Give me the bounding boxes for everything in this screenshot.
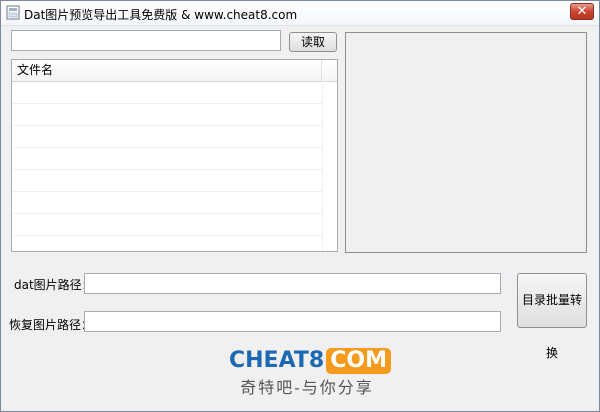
list-row-line: [12, 213, 322, 214]
close-icon: ✕: [576, 4, 588, 19]
window-title: Dat图片预览导出工具免费版 & www.cheat8.com: [24, 8, 298, 22]
app-icon: [6, 5, 20, 20]
logo-com-badge: COM: [326, 348, 391, 374]
logo-subtitle: 奇特吧-与你分享: [240, 378, 374, 397]
restore-path-input[interactable]: [84, 311, 501, 332]
column-divider: [322, 81, 323, 251]
dat-path-label: dat图片路径：: [14, 278, 94, 292]
cheat8-logo: CHEAT8 COM 奇特吧-与你分享: [229, 348, 391, 400]
source-path-input[interactable]: [11, 30, 281, 51]
close-button[interactable]: ✕: [570, 3, 594, 20]
file-list[interactable]: 文件名: [11, 59, 338, 252]
list-row-line: [12, 235, 322, 236]
read-button[interactable]: 读取: [289, 32, 337, 52]
app-window: Dat图片预览导出工具免费版 & www.cheat8.com ✕ 读取 文件名…: [0, 0, 600, 412]
list-header: 文件名: [12, 60, 337, 82]
list-row-line: [12, 147, 322, 148]
batch-convert-button[interactable]: 目录批量转换: [517, 273, 587, 360]
list-row-line: [12, 125, 322, 126]
title-bar[interactable]: Dat图片预览导出工具免费版 & www.cheat8.com ✕: [1, 1, 599, 26]
restore-path-label: 恢复图片路径：: [9, 318, 94, 332]
image-preview-panel: [345, 32, 587, 253]
list-row-line: [12, 169, 322, 170]
logo-wordmark: CHEAT8 COM: [229, 348, 391, 374]
logo-cheat8: CHEAT8: [229, 348, 325, 373]
dat-path-input[interactable]: [84, 273, 501, 294]
column-header-filename[interactable]: 文件名: [12, 60, 322, 81]
list-row-line: [12, 191, 322, 192]
list-row-line: [12, 103, 322, 104]
